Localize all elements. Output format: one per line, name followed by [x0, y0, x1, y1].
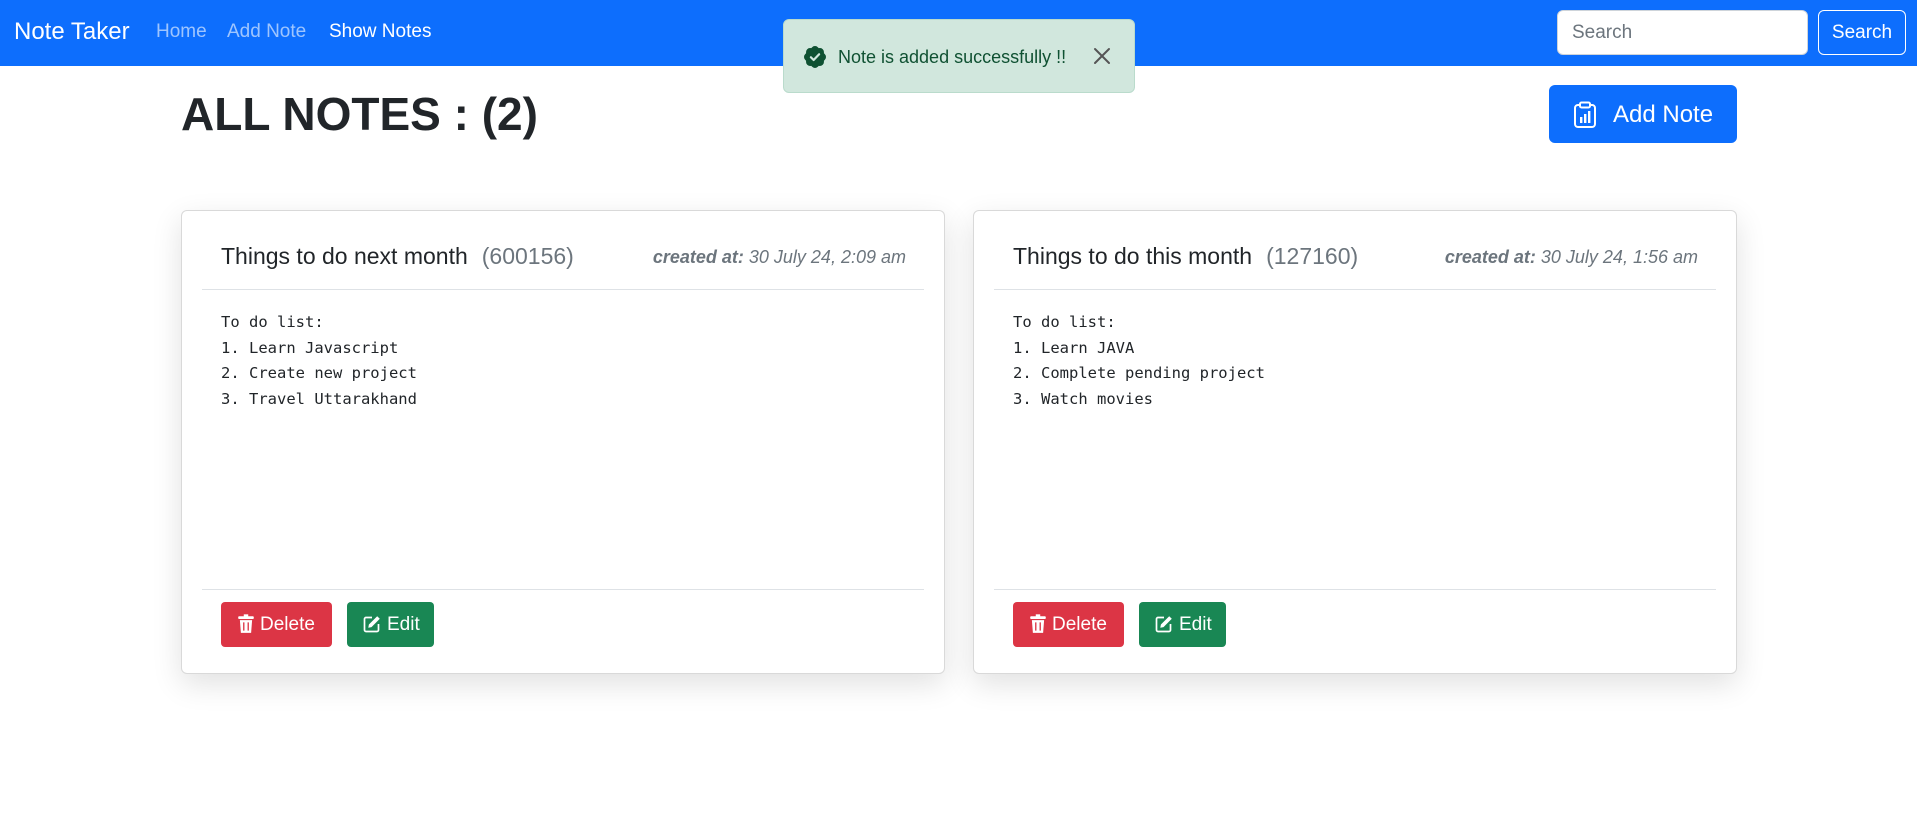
pencil-square-icon [1155, 616, 1172, 633]
note-content: To do list: 1. Learn Javascript 2. Creat… [221, 313, 417, 408]
add-note-button[interactable]: Add Note [1549, 85, 1737, 143]
toast-message: Note is added successfully !! [838, 47, 1067, 67]
pencil-square-icon [363, 616, 380, 633]
note-title: Things to do next month (600156) [221, 243, 574, 269]
delete-label: Delete [1052, 614, 1107, 635]
add-note-label: Add Note [1613, 101, 1714, 128]
edit-button[interactable]: Edit [1139, 602, 1226, 647]
check-badge-icon [804, 46, 826, 68]
note-card-header: Things to do this month (127160) created … [994, 211, 1716, 290]
delete-label: Delete [260, 614, 315, 635]
note-card: Things to do next month (600156) created … [181, 210, 945, 674]
nav-link-home[interactable]: Home [156, 21, 207, 43]
trash-icon [238, 614, 254, 633]
note-content: To do list: 1. Learn JAVA 2. Complete pe… [1013, 313, 1265, 408]
edit-button[interactable]: Edit [347, 602, 434, 647]
trash-icon [1030, 614, 1046, 633]
delete-button[interactable]: Delete [221, 602, 332, 647]
note-card-header: Things to do next month (600156) created … [202, 211, 924, 290]
page-title: ALL NOTES : (2) [181, 88, 538, 140]
nav-link-show-notes[interactable]: Show Notes [329, 21, 431, 43]
navbar-brand[interactable]: Note Taker [14, 18, 130, 46]
note-created-at: created at: 30 July 24, 2:09 am [652, 247, 906, 267]
success-toast: Note is added successfully !! [783, 19, 1135, 93]
clipboard-data-icon [1574, 101, 1596, 128]
close-icon[interactable] [1090, 44, 1114, 68]
note-title: Things to do this month (127160) [1013, 243, 1359, 269]
note-card-footer-divider [994, 589, 1716, 590]
search-button[interactable]: Search [1818, 10, 1906, 55]
note-card-footer-divider [202, 589, 924, 590]
search-input[interactable] [1557, 10, 1808, 55]
edit-label: Edit [387, 614, 420, 635]
note-created-at: created at: 30 July 24, 1:56 am [1444, 247, 1698, 267]
note-card: Things to do this month (127160) created … [973, 210, 1737, 674]
note-id: (600156) [481, 243, 574, 269]
edit-label: Edit [1179, 614, 1212, 635]
note-id: (127160) [1266, 243, 1359, 269]
delete-button[interactable]: Delete [1013, 602, 1124, 647]
nav-link-add-note[interactable]: Add Note [227, 21, 306, 43]
